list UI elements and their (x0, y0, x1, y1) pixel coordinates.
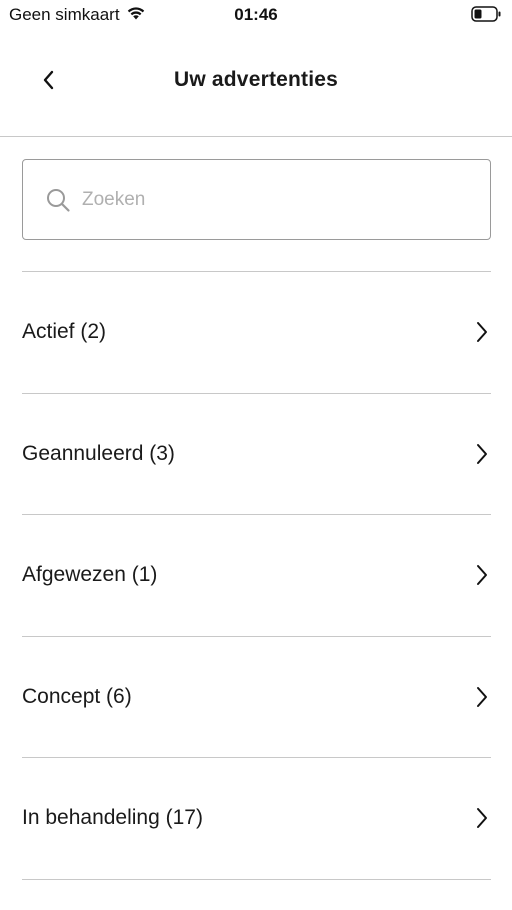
list-item-label: Geannuleerd (3) (22, 441, 175, 465)
search-input[interactable] (82, 188, 442, 211)
battery-icon (471, 6, 502, 22)
chevron-right-icon (473, 441, 491, 467)
list-item-in-behandeling[interactable]: In behandeling (17) (22, 758, 491, 880)
list-item-geannuleerd[interactable]: Geannuleerd (3) (22, 394, 491, 515)
list-item-concept[interactable]: Concept (6) (22, 637, 491, 758)
status-bar: Geen simkaart 01:46 (0, 0, 512, 30)
list-item-afgewezen[interactable]: Afgewezen (1) (22, 515, 491, 637)
screen: Geen simkaart 01:46 Uw advertenties Zoek… (0, 0, 512, 910)
page-title: Uw advertenties (173, 68, 339, 91)
search-icon (44, 186, 72, 214)
list-item-label: In behandeling (17) (22, 806, 203, 830)
chevron-right-icon (473, 319, 491, 345)
list-item-label: Concept (6) (22, 684, 132, 708)
header: Uw advertenties (0, 30, 512, 137)
list-item-label: Actief (2) (22, 320, 107, 344)
status-time: 01:46 (234, 5, 278, 24)
status-list: Actief (2) Geannuleerd (3) Afgewezen (1) (22, 271, 491, 880)
chevron-right-icon (473, 562, 491, 588)
chevron-right-icon (473, 805, 491, 831)
chevron-right-icon (473, 684, 491, 710)
search-box[interactable] (22, 159, 491, 240)
list-item-actief[interactable]: Actief (2) (22, 272, 491, 394)
list-item-label: Afgewezen (1) (22, 563, 158, 587)
